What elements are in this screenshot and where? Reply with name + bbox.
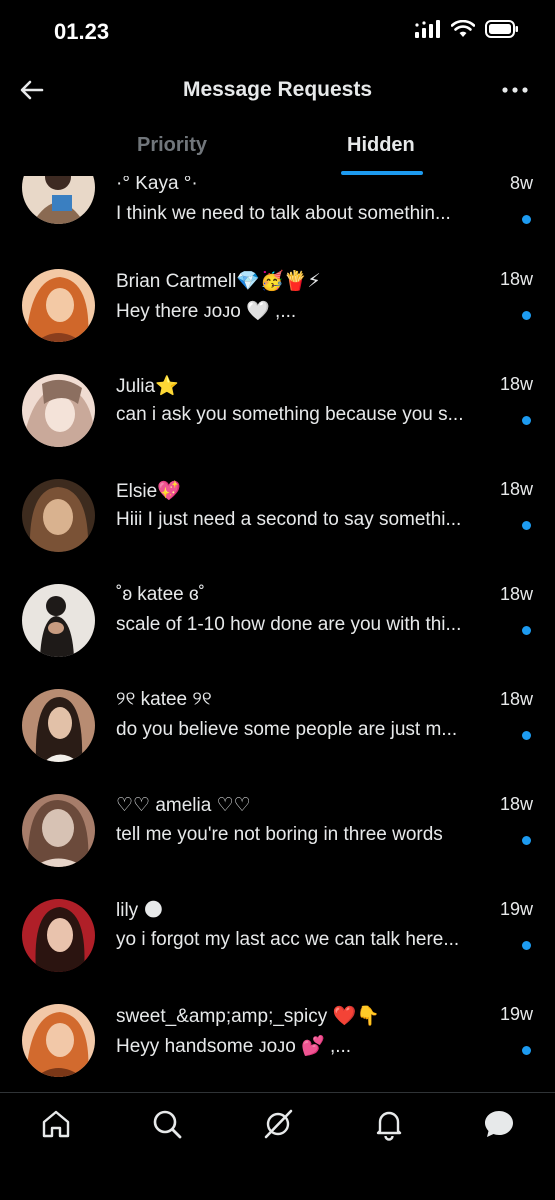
avatar xyxy=(22,794,95,867)
message-row[interactable]: ୨୧ katee ୨୧ 18w do you believe some peop… xyxy=(0,689,555,794)
avatar-image xyxy=(22,269,95,342)
message-time: 18w xyxy=(499,794,533,814)
search-icon xyxy=(153,1110,182,1139)
message-preview: Heyy handsome ᴊᴏᴊᴏ 💕 ,... xyxy=(116,1036,352,1057)
home-icon xyxy=(42,1110,70,1138)
bell-icon xyxy=(376,1111,402,1141)
unread-dot xyxy=(522,836,531,845)
message-time: 18w xyxy=(499,584,533,604)
unread-dot xyxy=(522,416,531,425)
message-preview: Hiii I just need a second to say somethi… xyxy=(116,509,462,530)
message-row[interactable]: ♡♡ amelia ♡♡ 18w tell me you're not bori… xyxy=(0,794,555,899)
message-time: 18w xyxy=(499,374,533,394)
status-icons xyxy=(415,20,519,38)
message-request-list: ·° Kaya °· 8w I think we need to talk ab… xyxy=(0,176,555,1091)
sender-name: ·° Kaya °· xyxy=(116,176,198,194)
tab-hidden[interactable]: Hidden xyxy=(347,134,415,157)
avatar xyxy=(22,176,95,224)
wifi-icon xyxy=(451,20,475,37)
unread-dot xyxy=(522,521,531,530)
avatar-image xyxy=(22,689,95,762)
unread-dot xyxy=(522,215,531,224)
message-row[interactable]: lily 🌑 19w yo i forgot my last acc we ca… xyxy=(0,899,555,1004)
avatar xyxy=(22,479,95,552)
sender-name: ୨୧ katee ୨୧ xyxy=(116,689,212,710)
status-bar: 01.23 xyxy=(0,0,555,62)
sender-name: Brian Cartmell💎🥳🍟⚡ xyxy=(116,271,321,292)
avatar-image xyxy=(22,794,95,867)
avatar xyxy=(22,584,95,657)
message-preview: scale of 1-10 how done are you with thi.… xyxy=(116,614,462,635)
sender-name: sweet_&amp;amp;_spicy ❤️👇 xyxy=(116,1006,380,1027)
message-row[interactable]: Brian Cartmell💎🥳🍟⚡ 18w Hey there ᴊᴏᴊᴏ 🤍 … xyxy=(0,269,555,374)
signal-icon xyxy=(415,20,440,38)
screen: 01.23 Message Requests Priority Hidden ·… xyxy=(0,0,555,1200)
chat-bubble-icon xyxy=(485,1111,513,1137)
nav-search[interactable] xyxy=(150,1107,184,1141)
avatar-image xyxy=(22,1004,95,1077)
avatar xyxy=(22,1004,95,1077)
unread-dot xyxy=(522,311,531,320)
page-title: Message Requests xyxy=(182,78,373,101)
unread-dot xyxy=(522,941,531,950)
message-preview: do you believe some people are just m... xyxy=(116,719,458,740)
grok-icon xyxy=(264,1109,293,1139)
more-dots-icon xyxy=(502,87,528,93)
message-row[interactable]: ·° Kaya °· 8w I think we need to talk ab… xyxy=(0,176,555,278)
nav-messages[interactable] xyxy=(482,1107,516,1141)
message-time: 19w xyxy=(499,899,533,919)
sender-name: lily 🌑 xyxy=(116,900,164,921)
sender-name: ♡♡ amelia ♡♡ xyxy=(116,795,251,816)
active-tab-indicator xyxy=(341,171,423,175)
message-preview: Hey there ᴊᴏᴊᴏ 🤍 ,... xyxy=(116,301,297,322)
message-time: 18w xyxy=(499,269,533,289)
message-time: 18w xyxy=(499,479,533,499)
message-preview: tell me you're not boring in three words xyxy=(116,824,443,845)
unread-dot xyxy=(522,626,531,635)
tab-priority[interactable]: Priority xyxy=(137,134,207,157)
bottom-nav xyxy=(0,1092,555,1200)
sender-name: Elsie💖 xyxy=(116,481,181,502)
message-preview: can i ask you something because you s... xyxy=(116,404,464,425)
message-preview: yo i forgot my last acc we can talk here… xyxy=(116,929,460,950)
unread-dot xyxy=(522,1046,531,1055)
message-preview: I think we need to talk about somethin..… xyxy=(116,203,451,224)
avatar xyxy=(22,269,95,342)
message-row[interactable]: ˚ʚ katee ɞ˚ 18w scale of 1-10 how done a… xyxy=(0,584,555,689)
message-time: 19w xyxy=(499,1004,533,1024)
avatar-image xyxy=(22,584,95,657)
avatar xyxy=(22,899,95,972)
unread-dot xyxy=(522,731,531,740)
avatar-image xyxy=(22,176,95,224)
tab-bar: Priority Hidden xyxy=(0,118,555,176)
sender-name: Julia⭐ xyxy=(116,376,179,397)
avatar-image xyxy=(22,374,95,447)
status-time: 01.23 xyxy=(54,19,110,44)
more-options-button[interactable] xyxy=(499,74,531,106)
avatar-image xyxy=(22,479,95,552)
sender-name: ˚ʚ katee ɞ˚ xyxy=(116,584,205,605)
nav-notifications[interactable] xyxy=(372,1107,406,1141)
avatar xyxy=(22,689,95,762)
message-time: 18w xyxy=(499,689,533,709)
message-row[interactable]: sweet_&amp;amp;_spicy ❤️👇 19w Heyy hands… xyxy=(0,1004,555,1091)
message-time: 8w xyxy=(509,176,533,193)
header: Message Requests xyxy=(0,62,555,118)
nav-home[interactable] xyxy=(39,1107,73,1141)
avatar xyxy=(22,374,95,447)
avatar-image xyxy=(22,899,95,972)
message-row[interactable]: Julia⭐ 18w can i ask you something becau… xyxy=(0,374,555,479)
message-row[interactable]: Elsie💖 18w Hiii I just need a second to … xyxy=(0,479,555,584)
nav-grok[interactable] xyxy=(261,1107,295,1141)
battery-icon xyxy=(485,20,518,38)
